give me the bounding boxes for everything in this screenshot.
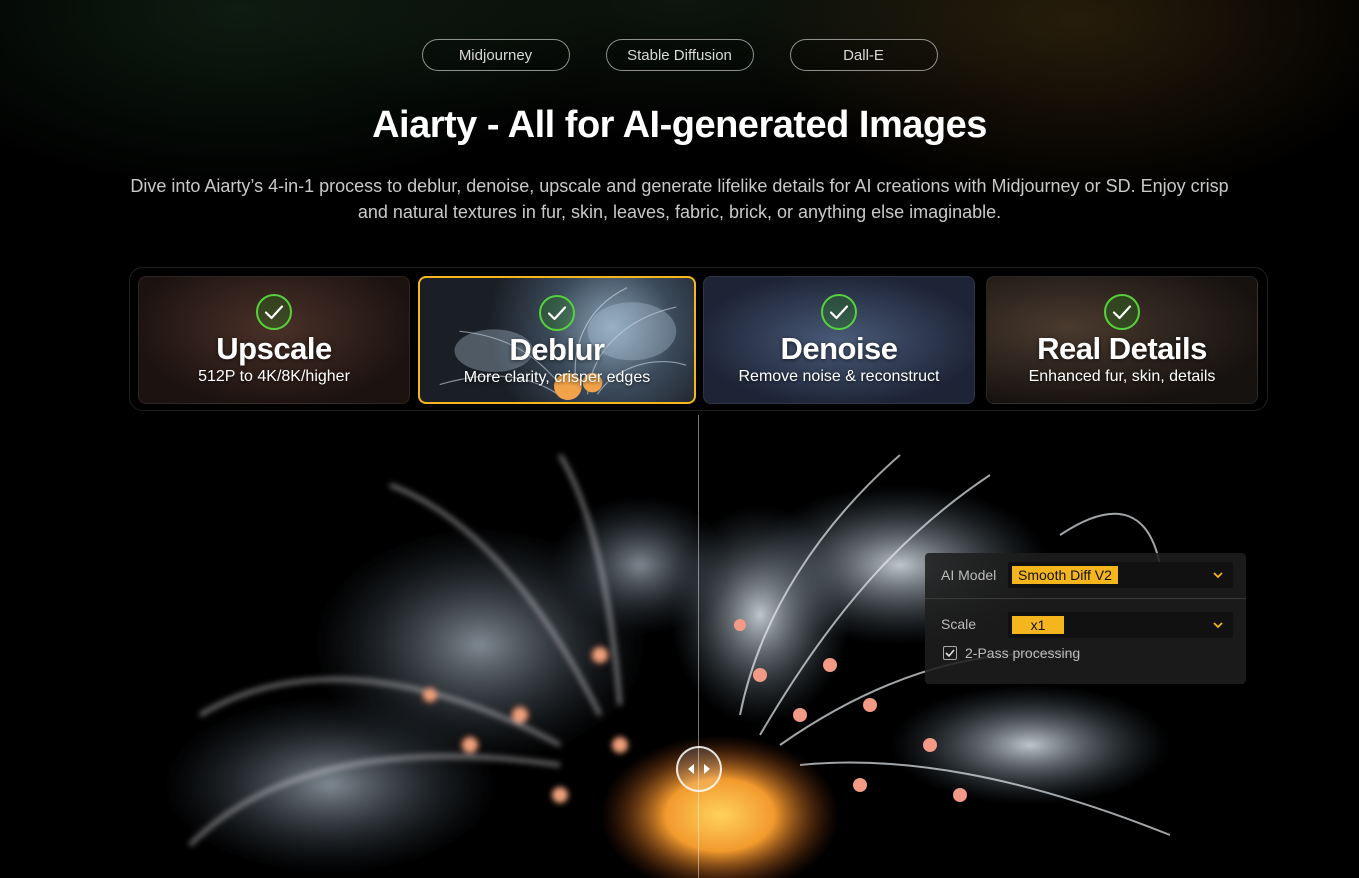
scale-label: Scale [941, 616, 977, 632]
check-circle-icon [539, 295, 575, 331]
feature-title: Upscale [216, 331, 332, 366]
arrows-left-right-icon [688, 764, 710, 774]
two-pass-checkbox[interactable] [943, 646, 957, 660]
check-circle-icon [256, 294, 292, 330]
feature-subtitle: Remove noise & reconstruct [738, 368, 940, 385]
scale-select[interactable]: x1 [1008, 612, 1233, 638]
feature-subtitle: 512P to 4K/8K/higher [198, 368, 350, 385]
page-subtitle: Dive into Aiarty’s 4-in-1 process to deb… [130, 176, 1229, 222]
two-pass-label: 2-Pass processing [965, 645, 1081, 661]
feature-card-upscale[interactable]: Upscale 512P to 4K/8K/higher [138, 276, 410, 404]
ai-model-select[interactable]: Smooth Diff V2 [1008, 562, 1233, 588]
comparison-slider-handle[interactable] [676, 746, 722, 792]
tab-dall-e[interactable]: Dall-E [789, 39, 938, 71]
feature-title: Denoise [780, 331, 898, 366]
check-circle-icon [821, 294, 857, 330]
feature-title: Real Details [1037, 331, 1207, 366]
model-tabs: Midjourney Stable Diffusion Dall-E [0, 39, 1359, 71]
feature-card-deblur[interactable]: Deblur More clarity, crisper edges [418, 276, 696, 404]
tab-stable-diffusion[interactable]: Stable Diffusion [605, 39, 754, 71]
checkmark-icon [945, 649, 955, 658]
chevron-down-icon [1213, 622, 1223, 629]
ai-model-value: Smooth Diff V2 [1012, 566, 1118, 584]
chevron-down-icon [1213, 572, 1223, 579]
ai-model-label: AI Model [941, 567, 997, 583]
settings-panel: AI Model Smooth Diff V2 Scale x1 2-Pass … [925, 553, 1246, 684]
feature-subtitle: Enhanced fur, skin, details [1028, 368, 1216, 385]
comparison-divider [698, 415, 699, 878]
feature-card-denoise[interactable]: Denoise Remove noise & reconstruct [703, 276, 975, 404]
feature-title: Deblur [509, 332, 605, 367]
divider [925, 598, 1246, 599]
scale-value: x1 [1012, 616, 1064, 634]
feature-card-real-details[interactable]: Real Details Enhanced fur, skin, details [986, 276, 1258, 404]
check-circle-icon [1104, 294, 1140, 330]
page-title: Aiarty - All for AI-generated Images [372, 104, 987, 146]
feature-subtitle: More clarity, crisper edges [463, 369, 651, 386]
tab-midjourney[interactable]: Midjourney [421, 39, 570, 71]
